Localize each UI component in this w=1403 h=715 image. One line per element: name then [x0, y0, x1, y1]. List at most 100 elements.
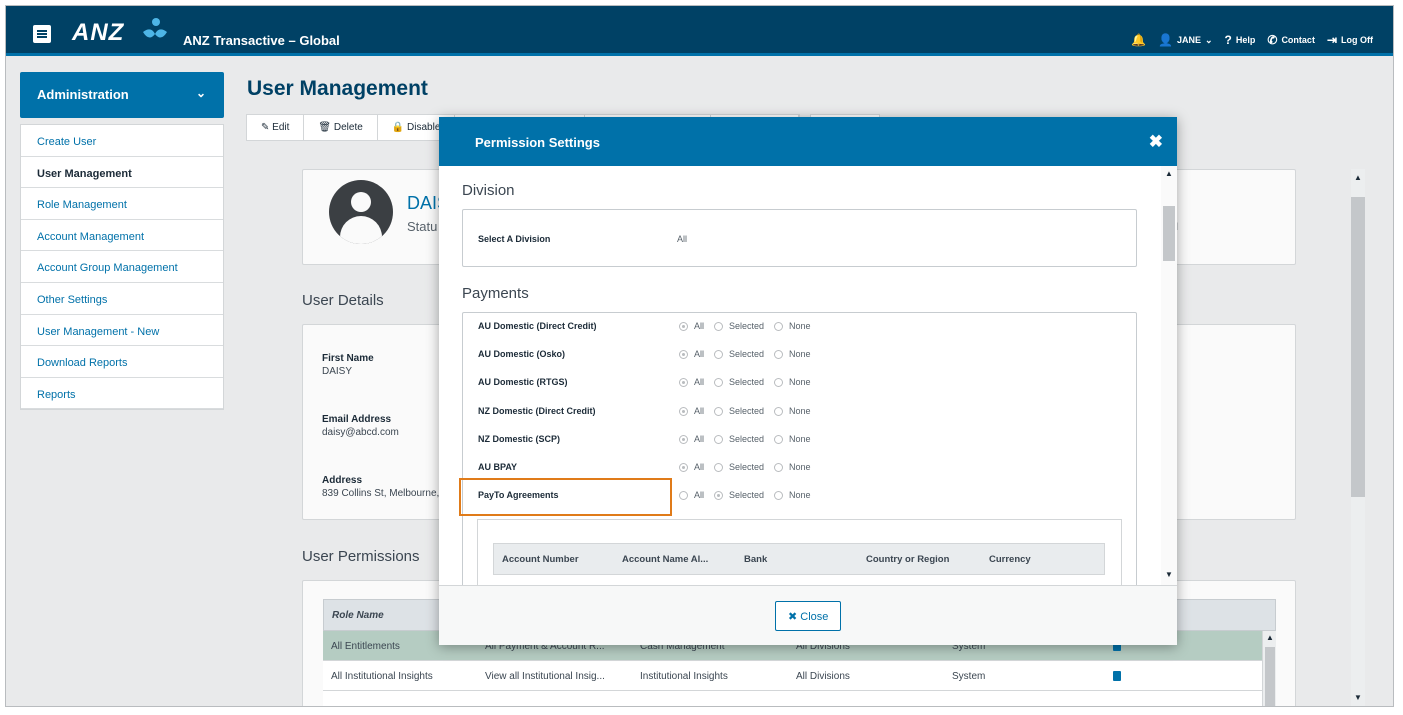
table-row[interactable]: All Institutional Insights View all Inst… [323, 661, 1276, 691]
radio-selected[interactable]: Selected [714, 434, 764, 444]
notifications-bell-icon[interactable]: 🔔 [1131, 34, 1146, 46]
scroll-down-icon[interactable]: ▼ [1165, 570, 1173, 579]
radio-all[interactable]: All [679, 462, 704, 472]
payment-label: AU Domestic (Osko) [478, 349, 565, 359]
radio-selected[interactable]: Selected [714, 377, 764, 387]
account-table-header: Account Number Account Name Al... Bank C… [493, 543, 1105, 575]
col-bank[interactable]: Bank [744, 554, 767, 565]
scroll-up-icon[interactable]: ▲ [1266, 633, 1274, 642]
radio-all[interactable]: All [679, 406, 704, 416]
menu-icon[interactable] [33, 25, 51, 43]
radio-all[interactable]: All [679, 434, 704, 444]
radio-all[interactable]: All [679, 349, 704, 359]
page-title: User Management [247, 77, 428, 101]
payment-row: AU Domestic (Direct Credit) All Selected… [463, 315, 1136, 343]
radio-selected[interactable]: Selected [714, 462, 764, 472]
table-row[interactable] [323, 691, 1276, 707]
col-currency[interactable]: Currency [989, 554, 1031, 565]
col-account-number[interactable]: Account Number [502, 554, 579, 565]
role-type-cell: System [952, 671, 985, 682]
sidebar-item-download-reports[interactable]: Download Reports [21, 346, 223, 378]
payment-row: NZ Domestic (SCP) All Selected None [463, 428, 1136, 456]
edit-button[interactable]: ✎ Edit [247, 115, 304, 140]
first-name-value: DAISY [322, 366, 352, 377]
app-window: ANZ ANZ Transactive – Global 🔔 👤 JANE ⌄ … [5, 5, 1394, 707]
modal-header: Permission Settings ✖ [439, 117, 1177, 166]
chevron-down-icon: ⌄ [196, 86, 206, 100]
payment-radio-group: All Selected None [679, 462, 811, 472]
sidebar-item-reports[interactable]: Reports [21, 378, 223, 410]
sidebar-header[interactable]: Administration ⌄ [20, 72, 224, 118]
radio-none[interactable]: None [774, 462, 811, 472]
payment-row: NZ Domestic (Direct Credit) All Selected… [463, 400, 1136, 428]
radio-selected[interactable]: Selected [714, 321, 764, 331]
radio-all[interactable]: All [679, 377, 704, 387]
scroll-thumb[interactable] [1265, 647, 1275, 707]
user-icon: 👤 [1158, 34, 1173, 46]
radio-none[interactable]: None [774, 377, 811, 387]
close-label: Close [800, 611, 828, 623]
radio-none[interactable]: None [774, 321, 811, 331]
scroll-down-icon[interactable]: ▼ [1354, 693, 1362, 702]
radio-selected[interactable]: Selected [714, 349, 764, 359]
payment-label: AU Domestic (Direct Credit) [478, 321, 597, 331]
payment-label: AU BPAY [478, 462, 517, 472]
close-icon[interactable]: ✖ [1149, 132, 1163, 152]
role-name-cell: All Institutional Insights [331, 671, 433, 682]
avatar [329, 180, 393, 244]
payto-highlight [459, 478, 672, 516]
user-details-title: User Details [302, 292, 384, 309]
address-value: 839 Collins St, Melbourne, V [322, 488, 449, 499]
radio-none[interactable]: None [774, 349, 811, 359]
payment-radio-group: All Selected None [679, 349, 811, 359]
col-country[interactable]: Country or Region [866, 554, 949, 565]
payment-row: AU Domestic (Osko) All Selected None [463, 343, 1136, 371]
page-scrollbar[interactable]: ▲ ▼ [1351, 169, 1365, 707]
radio-none[interactable]: None [774, 434, 811, 444]
sidebar-item-user-management[interactable]: User Management [21, 157, 223, 189]
role-desc-cell: View all Institutional Insig... [485, 671, 605, 682]
help-label: Help [1236, 35, 1256, 45]
radio-none[interactable]: None [774, 490, 811, 500]
scroll-thumb[interactable] [1351, 197, 1365, 497]
radio-selected[interactable]: Selected [714, 406, 764, 416]
radio-all[interactable]: All [679, 490, 704, 500]
scroll-up-icon[interactable]: ▲ [1354, 173, 1362, 182]
delete-button[interactable]: 🗑 Delete [304, 115, 377, 140]
division-value[interactable]: All [677, 234, 687, 244]
col-account-name[interactable]: Account Name Al... [622, 554, 708, 565]
payment-row: AU Domestic (RTGS) All Selected None [463, 371, 1136, 399]
close-button[interactable]: ✖ Close [775, 601, 841, 631]
logoff-link[interactable]: ⇥ Log Off [1327, 34, 1373, 46]
sidebar-item-other-settings[interactable]: Other Settings [21, 283, 223, 315]
sidebar-item-account-group-management[interactable]: Account Group Management [21, 251, 223, 283]
payment-radio-group: All Selected None [679, 321, 811, 331]
header-actions: 🔔 👤 JANE ⌄ ? Help ✆ Contact ⇥ Log Off [1131, 34, 1373, 46]
payments-box: AU Domestic (Direct Credit) All Selected… [462, 312, 1137, 585]
payment-label: AU Domestic (RTGS) [478, 377, 568, 387]
profile-status: Statu [407, 219, 437, 234]
radio-all[interactable]: All [679, 321, 704, 331]
radio-selected[interactable]: Selected [714, 490, 764, 500]
sidebar-item-account-management[interactable]: Account Management [21, 220, 223, 252]
scroll-thumb[interactable] [1163, 206, 1175, 261]
address-label: Address [322, 475, 362, 486]
division-section-title: Division [462, 182, 515, 199]
radio-none[interactable]: None [774, 406, 811, 416]
table-scrollbar[interactable]: ▲ [1262, 631, 1276, 707]
user-name: JANE [1177, 35, 1201, 45]
help-link[interactable]: ? Help [1225, 34, 1256, 46]
scroll-up-icon[interactable]: ▲ [1165, 169, 1173, 178]
sidebar-item-role-management[interactable]: Role Management [21, 188, 223, 220]
sidebar-menu: Create User User Management Role Managem… [20, 124, 224, 410]
edit-icon: ✎ [261, 122, 272, 133]
modal-scrollbar[interactable]: ▲ ▼ [1161, 166, 1177, 585]
contact-link[interactable]: ✆ Contact [1267, 34, 1315, 46]
modal-title: Permission Settings [475, 135, 600, 150]
sidebar-item-create-user[interactable]: Create User [21, 125, 223, 157]
sidebar-item-user-management-new[interactable]: User Management - New [21, 315, 223, 347]
document-icon[interactable] [1113, 671, 1121, 684]
user-menu[interactable]: 👤 JANE ⌄ [1158, 34, 1213, 46]
anz-logo[interactable]: ANZ [72, 19, 124, 47]
trash-icon: 🗑 [318, 122, 333, 133]
